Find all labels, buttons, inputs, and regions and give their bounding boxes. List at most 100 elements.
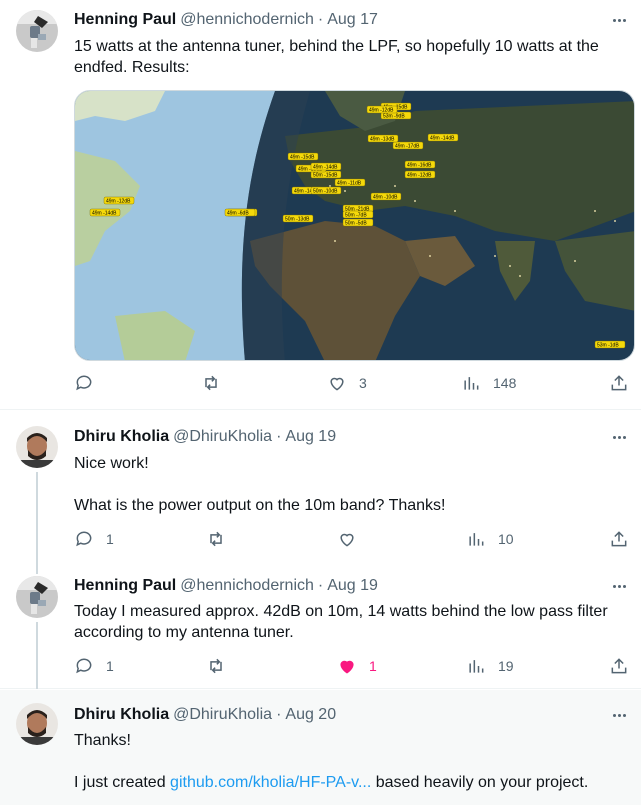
- retweet-button[interactable]: [206, 656, 238, 676]
- tweet-text-line: Nice work!: [74, 455, 149, 472]
- display-name[interactable]: Henning Paul: [74, 577, 176, 595]
- thread-line: [36, 622, 38, 689]
- tweet-text-segment: based heavily on your project.: [371, 774, 589, 791]
- tweet-4[interactable]: Dhiru Kholia @DhiruKholia · Aug 20 Thank…: [0, 690, 641, 805]
- tweet-date[interactable]: Aug 17: [327, 11, 378, 29]
- reply-icon: [76, 658, 92, 674]
- tweet-header: Dhiru Kholia @DhiruKholia · Aug 19: [74, 427, 336, 447]
- user-handle[interactable]: @DhiruKholia: [173, 428, 272, 446]
- reply-button[interactable]: 1: [74, 656, 114, 676]
- github-link[interactable]: github.com/kholia/HF-PA-v...: [170, 774, 371, 791]
- reply-icon: [76, 531, 92, 547]
- retweet-icon: [205, 375, 217, 391]
- share-button[interactable]: [609, 529, 629, 549]
- retweet-button[interactable]: [201, 373, 233, 393]
- avatar-henning[interactable]: [16, 10, 58, 52]
- reply-button[interactable]: [74, 373, 106, 393]
- map-spot-label: 50m -13dB: [282, 214, 314, 222]
- svg-text:50m -7dB: 50m -7dB: [345, 212, 367, 218]
- map-spot-label: 49m -14dB: [89, 208, 121, 216]
- like-icon: [340, 660, 354, 674]
- more-icon[interactable]: [607, 427, 631, 447]
- tweet-image-map[interactable]: 49m -15dB53m -9dB49m -12dB49m -17dB49m -…: [74, 90, 635, 361]
- map-spot-label: 49m -6dB: [224, 208, 256, 216]
- retweet-icon: [210, 658, 222, 674]
- tweet-actions: 1 10: [74, 529, 627, 549]
- separator-dot: ·: [276, 706, 282, 723]
- map-spot-label: 49m -14dB: [427, 133, 459, 141]
- reply-count: 1: [106, 658, 114, 674]
- share-button[interactable]: [609, 373, 629, 393]
- tweet-date[interactable]: Aug 19: [285, 428, 336, 446]
- tweet-3[interactable]: Henning Paul @hennichodernich · Aug 19 T…: [0, 571, 641, 689]
- tweet-text-line: 15 watts at the antenna tuner, behind th…: [74, 38, 599, 55]
- retweet-icon: [210, 531, 222, 547]
- views-count: 19: [498, 658, 514, 674]
- views-icon: [469, 533, 484, 546]
- like-button[interactable]: [337, 529, 369, 549]
- svg-text:49m -14dB: 49m -14dB: [430, 135, 455, 141]
- tweet-text: Nice work! What is the power output on t…: [74, 453, 625, 516]
- views-button[interactable]: 10: [466, 529, 514, 549]
- reply-icon: [76, 375, 92, 391]
- tweet-text-line: Thanks!: [74, 732, 131, 749]
- display-name[interactable]: Dhiru Kholia: [74, 706, 169, 724]
- map-spot-label: 49m -13dB: [367, 134, 399, 142]
- svg-text:49m -14dB: 49m -14dB: [92, 210, 117, 216]
- svg-text:49m -12dB: 49m -12dB: [407, 172, 432, 178]
- reply-button[interactable]: 1: [74, 529, 114, 549]
- svg-text:49m -6dB: 49m -6dB: [227, 210, 249, 216]
- share-button[interactable]: [609, 656, 629, 676]
- svg-text:49m -16dB: 49m -16dB: [407, 162, 432, 168]
- more-icon[interactable]: [607, 576, 631, 596]
- retweet-button[interactable]: [206, 529, 238, 549]
- tweet-text-line: What is the power output on the 10m band…: [74, 497, 446, 514]
- map-spot-label: 49m -17dB: [392, 141, 424, 149]
- thread-line: [36, 472, 38, 574]
- map-spot-label: 50m -10dB: [310, 186, 342, 194]
- svg-text:53m -1dB: 53m -1dB: [597, 342, 619, 348]
- svg-text:49m -14dB: 49m -14dB: [313, 164, 338, 170]
- views-icon: [464, 377, 479, 390]
- reply-count: 1: [106, 531, 114, 547]
- share-icon: [611, 658, 627, 674]
- avatar-dhiru[interactable]: [16, 703, 58, 745]
- tweet-1[interactable]: Henning Paul @hennichodernich · Aug 17 1…: [0, 0, 641, 410]
- avatar-henning[interactable]: [16, 576, 58, 618]
- avatar-dhiru[interactable]: [16, 426, 58, 468]
- user-handle[interactable]: @DhiruKholia: [173, 706, 272, 724]
- tweet-date[interactable]: Aug 20: [285, 706, 336, 724]
- svg-text:49m -13dB: 49m -13dB: [370, 136, 395, 142]
- tweet-date[interactable]: Aug 19: [327, 577, 378, 595]
- separator-dot: ·: [317, 577, 324, 594]
- map-spot-label: 49m -10dB: [370, 192, 402, 200]
- tweet-text: 15 watts at the antenna tuner, behind th…: [74, 36, 625, 78]
- map-spot-label: 49m -16dB: [404, 160, 436, 168]
- map-spot-label: 49m -12dB: [103, 196, 135, 204]
- map-spot-label: 50m -7dB: [342, 210, 374, 218]
- display-name[interactable]: Dhiru Kholia: [74, 428, 169, 446]
- svg-text:49m -15dB: 49m -15dB: [290, 154, 315, 160]
- map-spot-label: 50m -5dB: [342, 218, 374, 226]
- more-icon[interactable]: [607, 705, 631, 725]
- tweet-text-segment: I just created: [74, 774, 171, 791]
- views-button[interactable]: 148: [461, 373, 516, 393]
- map-spot-label: 53m -1dB: [594, 340, 626, 348]
- like-button[interactable]: 1: [337, 656, 377, 676]
- like-count: 1: [369, 658, 377, 674]
- display-name[interactable]: Henning Paul: [74, 11, 176, 29]
- tweet-2[interactable]: Dhiru Kholia @DhiruKholia · Aug 19 Nice …: [0, 411, 641, 574]
- svg-text:50m -5dB: 50m -5dB: [345, 220, 367, 226]
- views-count: 10: [498, 531, 514, 547]
- like-button[interactable]: 3: [327, 373, 367, 393]
- user-handle[interactable]: @hennichodernich: [180, 577, 314, 595]
- map-spot-label: 49m -15dB: [287, 152, 319, 160]
- views-button[interactable]: 19: [466, 656, 514, 676]
- svg-text:50m -13dB: 50m -13dB: [285, 216, 310, 222]
- user-handle[interactable]: @hennichodernich: [180, 11, 314, 29]
- more-icon[interactable]: [607, 10, 631, 30]
- share-icon: [611, 531, 627, 547]
- map-spot-label: 49m -12dB: [404, 170, 436, 178]
- svg-text:50m -15dB: 50m -15dB: [313, 172, 338, 178]
- tweet-header: Dhiru Kholia @DhiruKholia · Aug 20: [74, 705, 336, 725]
